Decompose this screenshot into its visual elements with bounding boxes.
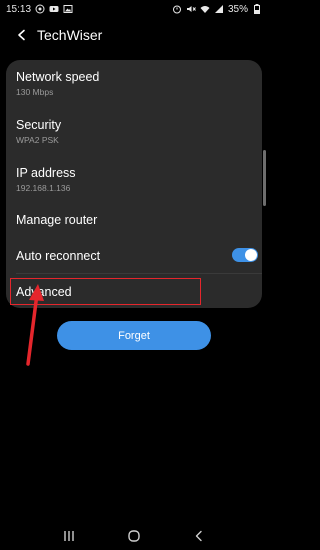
back-icon bbox=[196, 530, 203, 542]
mute-icon bbox=[186, 4, 196, 14]
ip-address-label: IP address bbox=[16, 166, 76, 180]
auto-reconnect-label: Auto reconnect bbox=[16, 249, 101, 263]
home-icon bbox=[128, 530, 140, 542]
ip-address-row: IP address 192.168.1.136 bbox=[6, 165, 262, 194]
auto-reconnect-row[interactable]: Auto reconnect bbox=[6, 248, 262, 264]
recent-apps-button[interactable] bbox=[58, 525, 80, 547]
battery-percent: 35% bbox=[227, 3, 248, 15]
security-label: Security bbox=[16, 118, 62, 132]
toggle-knob bbox=[245, 249, 257, 261]
navigation-bar bbox=[0, 524, 268, 548]
network-speed-value: 130 Mbps bbox=[16, 87, 54, 97]
app-header: TechWiser bbox=[0, 20, 268, 50]
signal-icon bbox=[214, 4, 224, 14]
home-button[interactable] bbox=[123, 525, 145, 547]
status-time: 15:13 bbox=[6, 3, 32, 15]
network-speed-row: Network speed 130 Mbps bbox=[6, 69, 262, 98]
auto-reconnect-toggle[interactable] bbox=[232, 248, 258, 262]
wifi-icon bbox=[200, 4, 210, 14]
security-value: WPA2 PSK bbox=[16, 135, 59, 145]
back-button[interactable] bbox=[9, 22, 35, 48]
arrow-annotation-icon bbox=[26, 284, 44, 366]
ip-address-value: 192.168.1.136 bbox=[16, 183, 71, 193]
status-left: 15:13 bbox=[6, 4, 73, 15]
whatsapp-icon bbox=[35, 4, 45, 14]
alarm-icon bbox=[172, 4, 182, 14]
youtube-icon bbox=[49, 4, 59, 14]
security-row: Security WPA2 PSK bbox=[6, 117, 262, 146]
divider bbox=[16, 273, 262, 274]
chevron-left-icon bbox=[18, 29, 25, 41]
status-right: 35% bbox=[172, 4, 262, 15]
manage-router-label: Manage router bbox=[16, 213, 98, 227]
network-speed-label: Network speed bbox=[16, 70, 100, 84]
network-details-card: Network speed 130 Mbps Security WPA2 PSK… bbox=[6, 60, 262, 308]
status-bar: 15:13 35% bbox=[0, 0, 268, 18]
battery-icon bbox=[252, 4, 262, 14]
scroll-indicator[interactable] bbox=[263, 150, 266, 206]
manage-router-row[interactable]: Manage router bbox=[6, 212, 262, 228]
forget-button[interactable]: Forget bbox=[57, 321, 211, 350]
nav-back-button[interactable] bbox=[188, 525, 210, 547]
image-icon bbox=[63, 4, 73, 14]
recent-apps-icon bbox=[63, 531, 74, 541]
page-title: TechWiser bbox=[37, 27, 103, 43]
